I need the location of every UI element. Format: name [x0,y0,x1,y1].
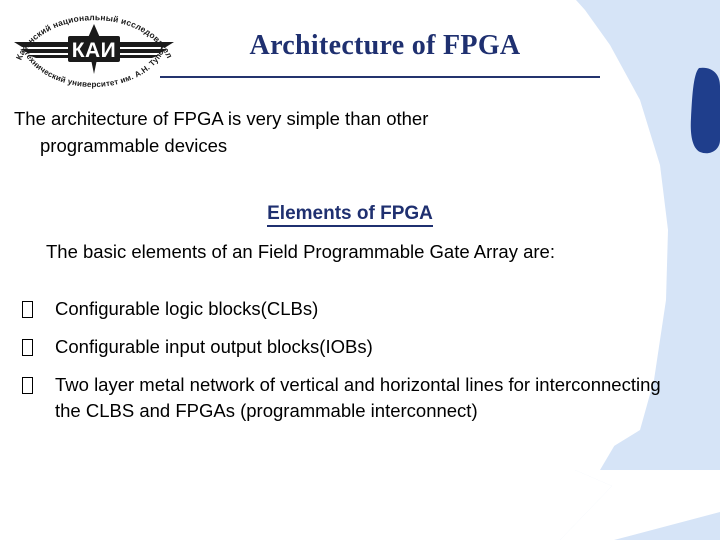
bullet-box-icon [22,301,33,318]
title-divider [160,76,600,79]
bullet-box-icon [22,338,33,356]
light-blue-swoosh [560,0,720,540]
white-notch-arrow [560,426,720,540]
list-item: Configurable logic blocks(CLBs) [14,296,686,323]
list-item: Configurable input output blocks(IOBs) [14,334,686,361]
list-item-label: Two layer metal network of vertical and … [55,373,661,422]
list-item-label: Configurable input output blocks(IOBs) [55,335,373,357]
slide-canvas: Казанский национальный исследовательский… [0,0,720,540]
intro-paragraph: The architecture of FPGA is very simple … [14,106,700,160]
section-heading: Elements of FPGA [14,203,686,227]
bullet-list: Configurable logic blocks(CLBs) Configur… [14,296,686,436]
list-item-label: Configurable logic blocks(CLBs) [55,298,319,319]
kai-university-logo: Казанский национальный исследовательский… [6,2,175,89]
title-block: Architecture of FPGA [160,30,610,79]
page-title: Architecture of FPGA [249,30,521,61]
logo-monogram: КАИ [72,39,117,62]
section-heading-label: Elements of FPGA [267,203,433,227]
bullet-box-icon [22,376,33,394]
list-item: Two layer metal network of vertical and … [14,372,686,426]
lead-paragraph: The basic elements of an Field Programma… [46,241,555,262]
intro-line-2: programmable devices [40,134,228,156]
intro-line-1: The architecture of FPGA is very simple … [14,108,429,129]
